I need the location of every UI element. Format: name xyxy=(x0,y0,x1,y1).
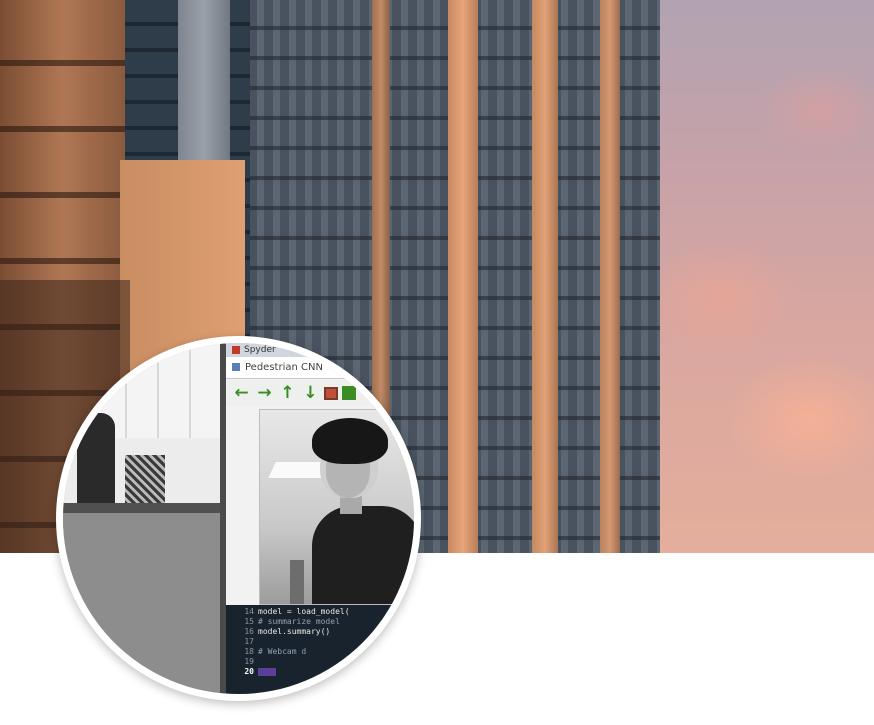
avatar-image: Spyder Pedestrian CNN ← → ↑ ↓ 14 model =… xyxy=(63,343,414,694)
banner-fin xyxy=(532,0,558,553)
save-icon xyxy=(324,386,338,400)
code-line: 19 xyxy=(226,657,414,667)
arrow-down-icon: ↓ xyxy=(303,382,318,403)
line-number: 15 xyxy=(244,617,254,626)
figure-title: Pedestrian CNN xyxy=(245,362,323,373)
banner-fin xyxy=(600,0,620,553)
code-text: # Webcam d xyxy=(258,647,307,656)
lab-person xyxy=(77,413,115,513)
lab-camera-view xyxy=(63,343,220,513)
more-icon xyxy=(342,386,356,400)
code-line: 14 model = load_model( xyxy=(226,607,414,617)
spyder-icon xyxy=(232,345,240,354)
arrow-up-icon: ↑ xyxy=(280,382,295,403)
figure-icon xyxy=(232,363,240,371)
code-line: 18 # Webcam d xyxy=(226,647,414,657)
code-text: model.summary() xyxy=(258,627,331,636)
line-number: 16 xyxy=(244,627,254,636)
code-line: 17 xyxy=(226,637,414,647)
code-line: 15 # summarize model xyxy=(226,617,414,627)
frame-person-body xyxy=(312,506,414,604)
frame-doorway xyxy=(290,560,304,604)
arrow-right-icon: → xyxy=(257,382,272,403)
figure-toolbar: ← → ↑ ↓ xyxy=(226,380,414,406)
frame-person-hair xyxy=(312,418,388,464)
line-number: 19 xyxy=(244,657,254,666)
line-number: 14 xyxy=(244,607,254,616)
cursor-highlight xyxy=(258,667,276,676)
code-editor: 14 model = load_model( 15 # summarize mode… xyxy=(226,605,414,694)
code-line: 16 model.summary() xyxy=(226,627,414,637)
figure-window-title: Pedestrian CNN xyxy=(226,357,414,379)
webcam-frame xyxy=(259,409,414,605)
banner-fin xyxy=(448,0,478,553)
app-title: Spyder xyxy=(244,345,276,355)
profile-avatar[interactable]: Spyder Pedestrian CNN ← → ↑ ↓ 14 model =… xyxy=(56,336,421,701)
banner-sky xyxy=(660,0,874,553)
lab-desk xyxy=(63,503,220,513)
line-number: 18 xyxy=(244,647,254,656)
line-number: 17 xyxy=(244,637,254,646)
gray-panel xyxy=(63,513,220,694)
code-line: 20 xyxy=(226,667,414,677)
arrow-left-icon: ← xyxy=(234,382,249,403)
code-text: model = load_model( xyxy=(258,607,350,616)
code-text: # summarize model xyxy=(258,617,340,626)
spyder-window: Spyder Pedestrian CNN ← → ↑ ↓ 14 model =… xyxy=(226,343,414,694)
line-number: 20 xyxy=(244,667,254,676)
app-titlebar: Spyder xyxy=(226,343,414,357)
